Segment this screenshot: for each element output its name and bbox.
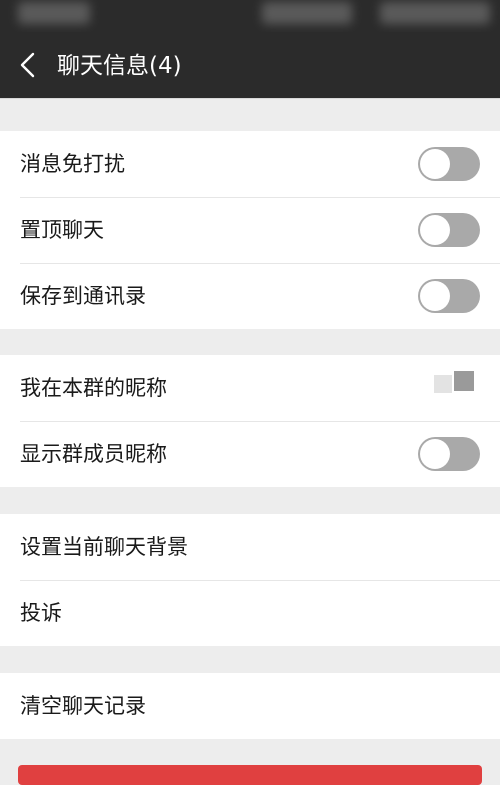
settings-group-clear: 清空聊天记录 xyxy=(0,673,500,739)
row-label: 消息免打扰 xyxy=(20,152,125,176)
toggle-knob xyxy=(420,439,450,469)
row-pin-chat[interactable]: 置顶聊天 xyxy=(0,197,500,263)
clock-blurred xyxy=(380,2,490,24)
delete-and-exit-button[interactable] xyxy=(18,765,482,785)
pin-chat-toggle[interactable] xyxy=(418,213,480,247)
toggle-knob xyxy=(420,149,450,179)
row-label: 设置当前聊天背景 xyxy=(20,535,188,559)
row-mute-notifications[interactable]: 消息免打扰 xyxy=(0,131,500,197)
mute-notifications-toggle[interactable] xyxy=(418,147,480,181)
title-bar: 聊天信息(4) xyxy=(0,32,500,98)
row-show-member-nicknames[interactable]: 显示群成员昵称 xyxy=(0,421,500,487)
section-divider xyxy=(0,487,500,514)
nickname-value-blurred xyxy=(434,371,474,395)
row-label: 清空聊天记录 xyxy=(20,694,146,718)
row-label: 显示群成员昵称 xyxy=(20,442,167,466)
section-divider xyxy=(0,329,500,355)
row-my-group-nickname[interactable]: 我在本群的昵称 xyxy=(0,355,500,421)
row-clear-chat-history[interactable]: 清空聊天记录 xyxy=(0,673,500,739)
row-label: 我在本群的昵称 xyxy=(20,376,167,400)
save-to-contacts-toggle[interactable] xyxy=(418,279,480,313)
settings-group-background-report: 设置当前聊天背景 投诉 xyxy=(0,514,500,646)
section-divider xyxy=(0,98,500,131)
chevron-left-icon xyxy=(20,52,35,78)
row-label: 投诉 xyxy=(20,601,62,625)
status-bar xyxy=(0,0,500,32)
toggle-knob xyxy=(420,281,450,311)
toggle-knob xyxy=(420,215,450,245)
row-save-to-contacts[interactable]: 保存到通讯录 xyxy=(0,263,500,329)
row-report[interactable]: 投诉 xyxy=(0,580,500,646)
carrier-blurred xyxy=(18,2,90,24)
row-label: 置顶聊天 xyxy=(20,218,104,242)
section-divider xyxy=(0,646,500,673)
status-icons-blurred xyxy=(262,2,352,24)
row-label: 保存到通讯录 xyxy=(20,284,146,308)
page-title: 聊天信息(4) xyxy=(57,53,182,79)
row-chat-background[interactable]: 设置当前聊天背景 xyxy=(0,514,500,580)
show-member-nicknames-toggle[interactable] xyxy=(418,437,480,471)
back-button[interactable] xyxy=(8,44,48,86)
settings-group-nicknames: 我在本群的昵称 显示群成员昵称 xyxy=(0,355,500,487)
settings-group-chat-options: 消息免打扰 置顶聊天 保存到通讯录 xyxy=(0,131,500,329)
